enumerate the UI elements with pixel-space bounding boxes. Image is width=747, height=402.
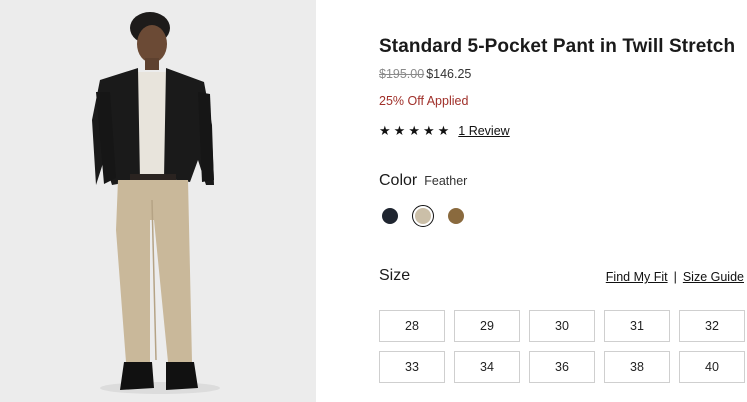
star-icon: ★ — [437, 123, 450, 138]
size-option-38[interactable]: 38 — [604, 351, 670, 383]
link-separator: | — [673, 270, 677, 284]
swatch-dot — [415, 208, 431, 224]
rating-row: ★ ★ ★ ★ ★ 1 Review — [379, 123, 510, 139]
swatch-dot — [382, 208, 398, 224]
star-icon: ★ — [379, 123, 391, 138]
color-row: Color Feather — [379, 172, 467, 190]
find-my-fit-link[interactable]: Find My Fit — [606, 270, 668, 284]
discount-text: 25% Off Applied — [379, 94, 469, 108]
star-icon: ★ — [408, 123, 420, 138]
color-swatch-navy[interactable] — [379, 205, 401, 227]
size-option-34[interactable]: 34 — [454, 351, 520, 383]
color-swatches — [379, 205, 478, 227]
size-links: Find My Fit | Size Guide — [606, 270, 744, 284]
original-price: $195.00 — [379, 67, 425, 81]
star-rating: ★ ★ ★ ★ ★ — [379, 123, 449, 139]
size-option-31[interactable]: 31 — [604, 310, 670, 342]
color-label: Color — [379, 172, 418, 189]
size-option-32[interactable]: 32 — [679, 310, 745, 342]
price-row: $195.00 $146.25 — [379, 67, 471, 81]
color-swatch-feather[interactable] — [412, 205, 434, 227]
size-option-33[interactable]: 33 — [379, 351, 445, 383]
size-option-29[interactable]: 29 — [454, 310, 520, 342]
product-image — [0, 0, 316, 402]
selected-color-name: Feather — [424, 174, 468, 188]
size-options: 28 29 30 31 32 33 34 36 38 40 — [379, 310, 747, 383]
size-guide-link[interactable]: Size Guide — [683, 270, 744, 284]
star-icon: ★ — [393, 123, 406, 138]
size-option-28[interactable]: 28 — [379, 310, 445, 342]
size-header: Size Find My Fit | Size Guide — [379, 267, 747, 287]
product-title: Standard 5-Pocket Pant in Twill Stretch — [379, 36, 736, 57]
reviews-link[interactable]: 1 Review — [458, 124, 509, 138]
swatch-dot — [448, 208, 464, 224]
star-icon: ★ — [422, 123, 435, 138]
size-option-36[interactable]: 36 — [529, 351, 595, 383]
size-option-30[interactable]: 30 — [529, 310, 595, 342]
sale-price: $146.25 — [426, 67, 472, 81]
color-swatch-olive-brown[interactable] — [445, 205, 467, 227]
size-label: Size — [379, 267, 411, 284]
size-option-40[interactable]: 40 — [679, 351, 745, 383]
model-photo — [0, 0, 316, 402]
product-info-panel: Standard 5-Pocket Pant in Twill Stretch … — [379, 0, 747, 402]
